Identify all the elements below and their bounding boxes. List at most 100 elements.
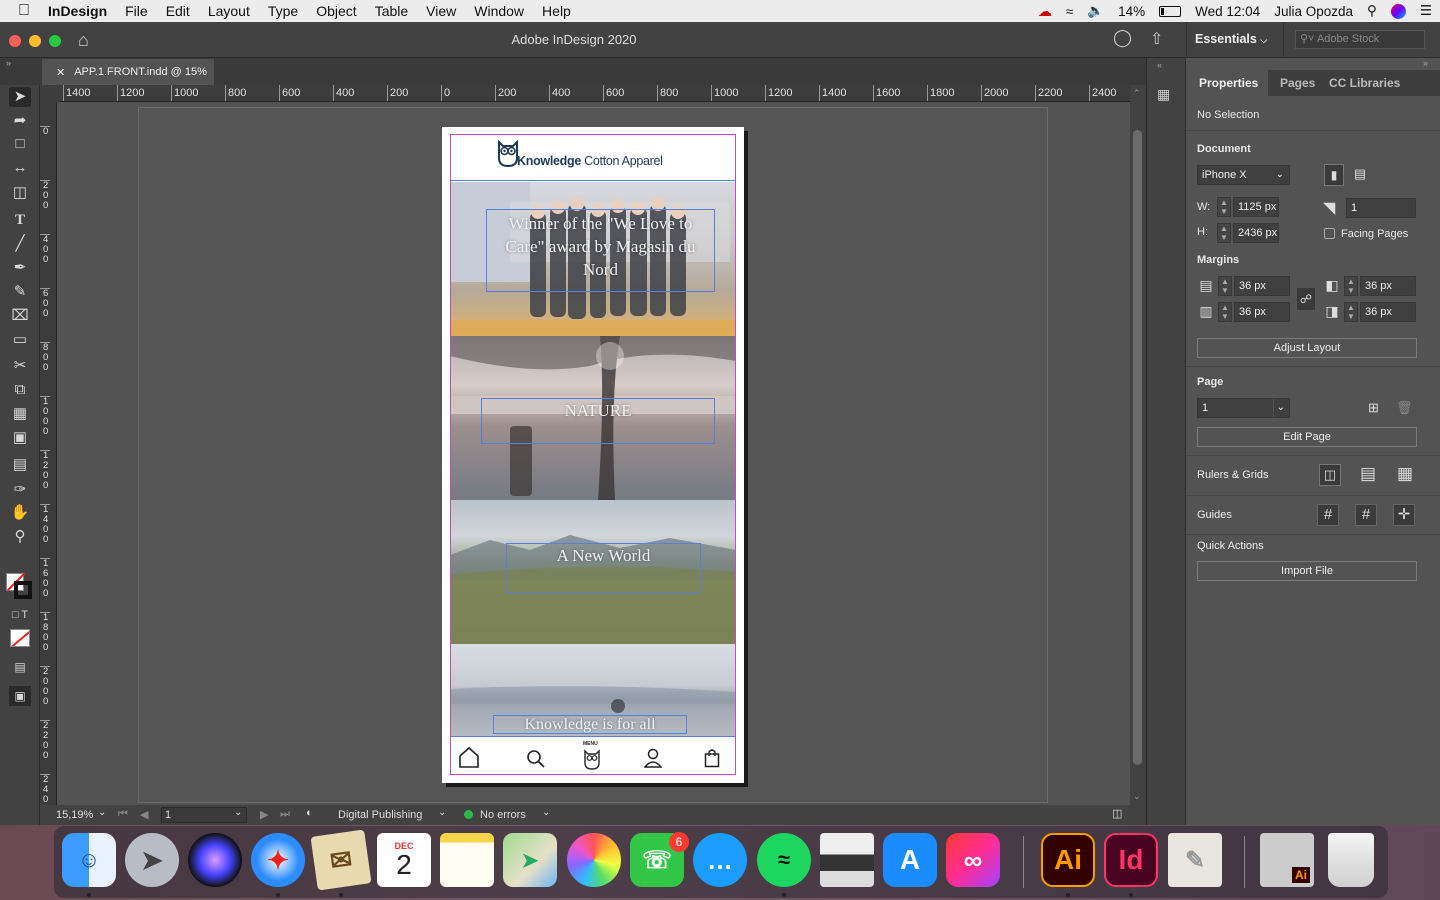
adobe-stock-search[interactable]: ⚲˅ Adobe Stock <box>1295 30 1425 49</box>
margin-left-field[interactable]: 36 px <box>1360 276 1416 296</box>
maps-icon[interactable]: ➤ <box>503 833 557 887</box>
open-document-icon[interactable]: ◐ <box>306 807 313 819</box>
spotify-icon[interactable]: ≈ <box>757 833 811 887</box>
edit-page-button[interactable]: Edit Page <box>1197 427 1417 447</box>
free-transform-tool-icon[interactable]: ⧉ <box>9 380 31 400</box>
landscape-orientation-icon[interactable]: ▤ <box>1350 166 1370 184</box>
app-store-icon[interactable]: A <box>883 833 937 887</box>
user-name[interactable]: Julia Opozda <box>1274 4 1353 19</box>
tab-properties[interactable]: Properties <box>1186 70 1268 96</box>
scissors-tool-icon[interactable]: ✂ <box>9 356 31 376</box>
document-tab[interactable]: ✕ APP.1.FRONT.indd @ 15% <box>42 59 214 85</box>
smart-guides-icon[interactable]: # <box>1355 504 1377 526</box>
photos-icon[interactable] <box>567 833 621 887</box>
siri-icon[interactable] <box>1390 3 1406 19</box>
vertical-ruler[interactable]: 0 200 400 600 800 1000 1200 1400 1600 1800 2000 220… <box>40 102 57 805</box>
volume-icon[interactable]: 🔈 <box>1087 3 1104 19</box>
previous-page-icon[interactable]: ◀ <box>140 808 148 821</box>
share-icon[interactable]: ⇧ <box>1150 29 1163 49</box>
lightbulb-icon[interactable]: ◯ <box>1113 28 1132 48</box>
expand-panels-icon[interactable]: « <box>1157 60 1162 70</box>
horizontal-ruler[interactable]: 1400 1200 1000 800 600 400 200 0 200 400 600 800 100… <box>60 85 1130 102</box>
creative-cloud-status-icon[interactable]: ☁ <box>1038 3 1052 20</box>
panel-layout-icon[interactable]: ▦ <box>1157 86 1177 104</box>
script-editor-icon[interactable]: ✎ <box>1168 833 1222 887</box>
image-tool-icon[interactable]: ▣ <box>9 428 31 448</box>
creative-cloud-icon[interactable]: ∞ <box>946 833 1000 887</box>
zoom-dropdown-icon[interactable]: ⌄ <box>98 807 106 818</box>
menu-type[interactable]: Type <box>259 3 307 19</box>
intent-label[interactable]: Digital Publishing <box>338 809 422 821</box>
ruler-toggle-icon[interactable]: ◫ <box>1319 464 1341 486</box>
zoom-tool-icon[interactable]: ⚲ <box>9 527 31 547</box>
lock-guides-icon[interactable]: ✛ <box>1393 504 1415 526</box>
indesign-icon[interactable]: Id <box>1104 833 1158 887</box>
control-center-icon[interactable]: ☰ <box>1420 3 1432 19</box>
apple-icon[interactable]:  <box>0 2 39 20</box>
note-tool-icon[interactable]: ▤ <box>9 455 31 475</box>
pen-tool-icon[interactable]: ✒ <box>9 258 31 278</box>
menu-layout[interactable]: Layout <box>199 3 259 19</box>
preflight-dropdown-icon[interactable]: ⌄ <box>542 807 550 818</box>
siri-icon[interactable] <box>188 833 242 887</box>
import-file-button[interactable]: Import File <box>1197 561 1417 581</box>
direct-selection-tool-icon[interactable]: ➦ <box>9 111 31 131</box>
gradient-swatch-tool-icon[interactable]: ▦ <box>9 404 31 424</box>
preflight-status[interactable]: No errors <box>480 809 526 821</box>
screen-mode-icon[interactable]: ▤ <box>9 657 31 677</box>
add-page-icon[interactable]: ⊞ <box>1368 400 1379 416</box>
document-preset-select[interactable]: iPhone X ⌄ <box>1197 165 1290 185</box>
next-page-icon[interactable]: ▶ <box>260 808 268 821</box>
margin-right-field[interactable]: 36 px <box>1360 302 1416 322</box>
margin-top-field[interactable]: 36 px <box>1234 276 1290 296</box>
delete-page-icon[interactable]: 🗑 <box>1396 400 1413 416</box>
menu-object[interactable]: Object <box>307 3 365 19</box>
scroll-down-arrow[interactable]: ⌄ <box>1133 791 1141 802</box>
tab-cc-libraries[interactable]: CC Libraries <box>1329 70 1400 96</box>
close-tab-icon[interactable]: ✕ <box>56 66 65 79</box>
page-tool-icon[interactable]: □ <box>9 134 31 154</box>
first-page-icon[interactable]: ⏮ <box>118 808 128 821</box>
margin-top-stepper[interactable]: ▲ ▼ <box>1218 276 1232 296</box>
page-select[interactable]: 1 ⌄ <box>1197 398 1290 418</box>
apply-none-icon[interactable] <box>10 629 30 647</box>
line-tool-icon[interactable]: ╱ <box>9 234 31 254</box>
margin-bottom-field[interactable]: 36 px <box>1234 302 1290 322</box>
spotlight-icon[interactable]: ⚲ <box>1367 3 1377 19</box>
safari-icon[interactable]: ✦ <box>251 833 305 887</box>
margin-left-stepper[interactable]: ▲ ▼ <box>1344 276 1358 296</box>
ruler-origin[interactable] <box>40 85 60 102</box>
page-dropdown-icon[interactable]: ⌄ <box>234 807 242 818</box>
split-window-icon[interactable]: ◫ <box>1112 807 1122 820</box>
launchpad-icon[interactable]: ➤ <box>125 833 179 887</box>
panel-menu-icon[interactable]: » <box>1423 58 1428 68</box>
zoom-level[interactable]: 15,19% <box>56 809 93 821</box>
menu-view[interactable]: View <box>417 3 465 19</box>
fill-stroke-swatch[interactable] <box>6 572 32 599</box>
gap-tool-icon[interactable]: ↔ <box>9 158 31 178</box>
baseline-grid-icon[interactable]: ▤ <box>1357 464 1379 484</box>
menu-edit[interactable]: Edit <box>157 3 199 19</box>
pencil-tool-icon[interactable]: ✎ <box>9 282 31 302</box>
document-page[interactable]: Knowledge Cotton Apparel Winner of the "… <box>442 127 744 783</box>
number-of-pages-field[interactable]: 1 <box>1346 198 1416 218</box>
hand-tool-icon[interactable]: ✋ <box>9 503 31 523</box>
margin-bottom-stepper[interactable]: ▲ ▼ <box>1218 302 1232 322</box>
clock[interactable]: Wed 12:04 <box>1195 4 1260 19</box>
scrollbar-thumb[interactable] <box>1133 130 1142 765</box>
intent-dropdown-icon[interactable]: ⌄ <box>438 807 446 818</box>
messages-icon[interactable]: … <box>693 833 747 887</box>
eyedropper-tool-icon[interactable]: ✑ <box>9 480 31 500</box>
vertical-scrollbar[interactable]: ⌃ ⌄ <box>1130 85 1146 805</box>
rectangle-frame-tool-icon[interactable]: ⌧ <box>9 306 31 326</box>
battery-icon[interactable] <box>1159 5 1182 17</box>
margin-right-stepper[interactable]: ▲ ▼ <box>1344 302 1358 322</box>
width-field[interactable]: 1125 px <box>1233 197 1279 217</box>
scroll-up-arrow[interactable]: ⌃ <box>1133 88 1141 99</box>
formatting-affects-text-icon[interactable]: □ T <box>9 605 31 625</box>
adjust-layout-button[interactable]: Adjust Layout <box>1197 338 1417 358</box>
type-tool-icon[interactable]: T <box>9 210 31 230</box>
wifi-icon[interactable]: ≈ <box>1066 4 1073 19</box>
tab-pages[interactable]: Pages <box>1280 70 1315 96</box>
trash-icon[interactable] <box>1328 833 1374 887</box>
